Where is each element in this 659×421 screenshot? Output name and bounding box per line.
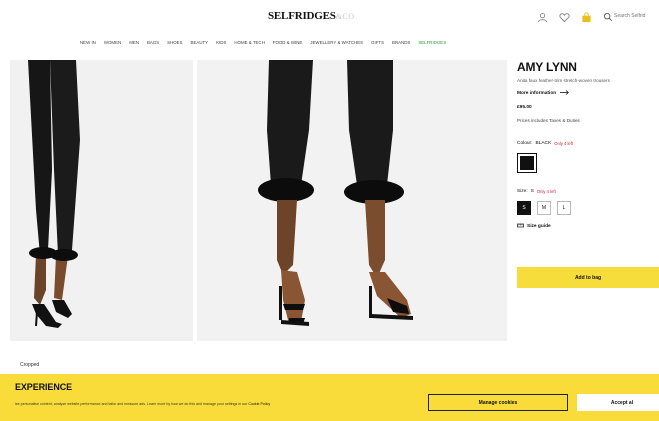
search-input[interactable]: Search Selfrid (614, 13, 645, 19)
nav-item[interactable]: NEW IN (80, 40, 96, 50)
logo-suffix: &CO (335, 12, 355, 21)
product-brand[interactable]: AMY LYNN (517, 60, 659, 74)
more-information-label: More information (517, 91, 557, 96)
size-option-m[interactable]: M (537, 201, 551, 215)
cookie-policy-link[interactable]: Cookie Policy (248, 402, 270, 406)
nav-item[interactable]: BEAUTY (191, 40, 209, 50)
add-to-bag-button[interactable]: Add to bag (517, 267, 659, 288)
product-title: Anita faux feather-trim stretch-woven tr… (517, 78, 610, 83)
colour-value: BLACK (535, 141, 552, 146)
shopping-bag-icon[interactable] (580, 11, 592, 23)
size-guide-label: Size guide (527, 224, 551, 229)
tax-note: Prices includes Taxes & Duties (517, 118, 580, 123)
size-value: S (530, 189, 534, 194)
ruler-icon (517, 223, 524, 230)
cookie-title: EXPERIENCE (15, 382, 73, 392)
cookie-message: ise personalise content, analyse website… (15, 402, 420, 406)
arrow-right-icon (560, 90, 570, 97)
size-guide-link[interactable]: Size guide (517, 223, 659, 230)
nav-item[interactable]: JEWELLERY & WATCHES (310, 40, 363, 50)
nav-item[interactable]: SHOES (167, 40, 182, 50)
colour-label: Colour: (517, 141, 533, 146)
nav-item[interactable]: WOMEN (104, 40, 121, 50)
swatch-fill (520, 156, 534, 170)
size-option-l[interactable]: L (557, 201, 571, 215)
colour-stock-warning: Only 4 left (554, 141, 574, 146)
more-information-link[interactable]: More information (517, 90, 659, 97)
nav-item[interactable]: HOME & TECH (234, 40, 264, 50)
nav-item[interactable]: GIFTS (371, 40, 384, 50)
wishlist-heart-icon[interactable] (558, 11, 570, 23)
size-selector-label: Size: S Only 4 left (517, 189, 659, 194)
size-options: S M L (517, 201, 659, 215)
size-label: Size: (517, 189, 528, 194)
search-icon[interactable] (602, 11, 614, 23)
size-stock-warning: Only 4 left (536, 189, 556, 194)
header-icons (536, 10, 614, 24)
colour-selector-label: Colour: BLACK Only 4 left (517, 141, 659, 146)
cookie-banner: EXPERIENCE ise personalise content, anal… (0, 374, 659, 421)
colour-swatch-black[interactable] (517, 153, 537, 173)
nav-item[interactable]: BRANDS (392, 40, 410, 50)
logo-text: SELFRIDGES (268, 10, 336, 22)
nav-item[interactable]: KIDS (216, 40, 226, 50)
account-icon[interactable] (536, 11, 548, 23)
nav-item[interactable]: MEN (129, 40, 139, 50)
cookie-message-text: ise personalise content, analyse website… (15, 402, 248, 406)
accept-all-cookies-button[interactable]: Accept al (577, 394, 659, 411)
product-image-side[interactable] (10, 60, 193, 341)
product-info: AMY LYNN Anita faux feather-trim stretch… (517, 60, 659, 230)
main-navigation: NEW IN WOMEN MEN BAGS SHOES BEAUTY KIDS … (80, 40, 446, 50)
nav-item[interactable]: BAGS (147, 40, 159, 50)
site-header: SELFRIDGES&CO Search Selfrid (0, 0, 659, 34)
size-option-s[interactable]: S (517, 201, 531, 215)
manage-cookies-button[interactable]: Manage cookies (428, 394, 568, 411)
image-caption: Cropped (20, 362, 40, 368)
selfridges-logo[interactable]: SELFRIDGES&CO (268, 10, 355, 22)
nav-item[interactable]: FOOD & WINE (273, 40, 303, 50)
nav-item-selfridges[interactable]: SELFRIDGES (418, 40, 446, 50)
product-price: £95.00 (517, 105, 532, 110)
product-image-front[interactable] (197, 60, 507, 341)
